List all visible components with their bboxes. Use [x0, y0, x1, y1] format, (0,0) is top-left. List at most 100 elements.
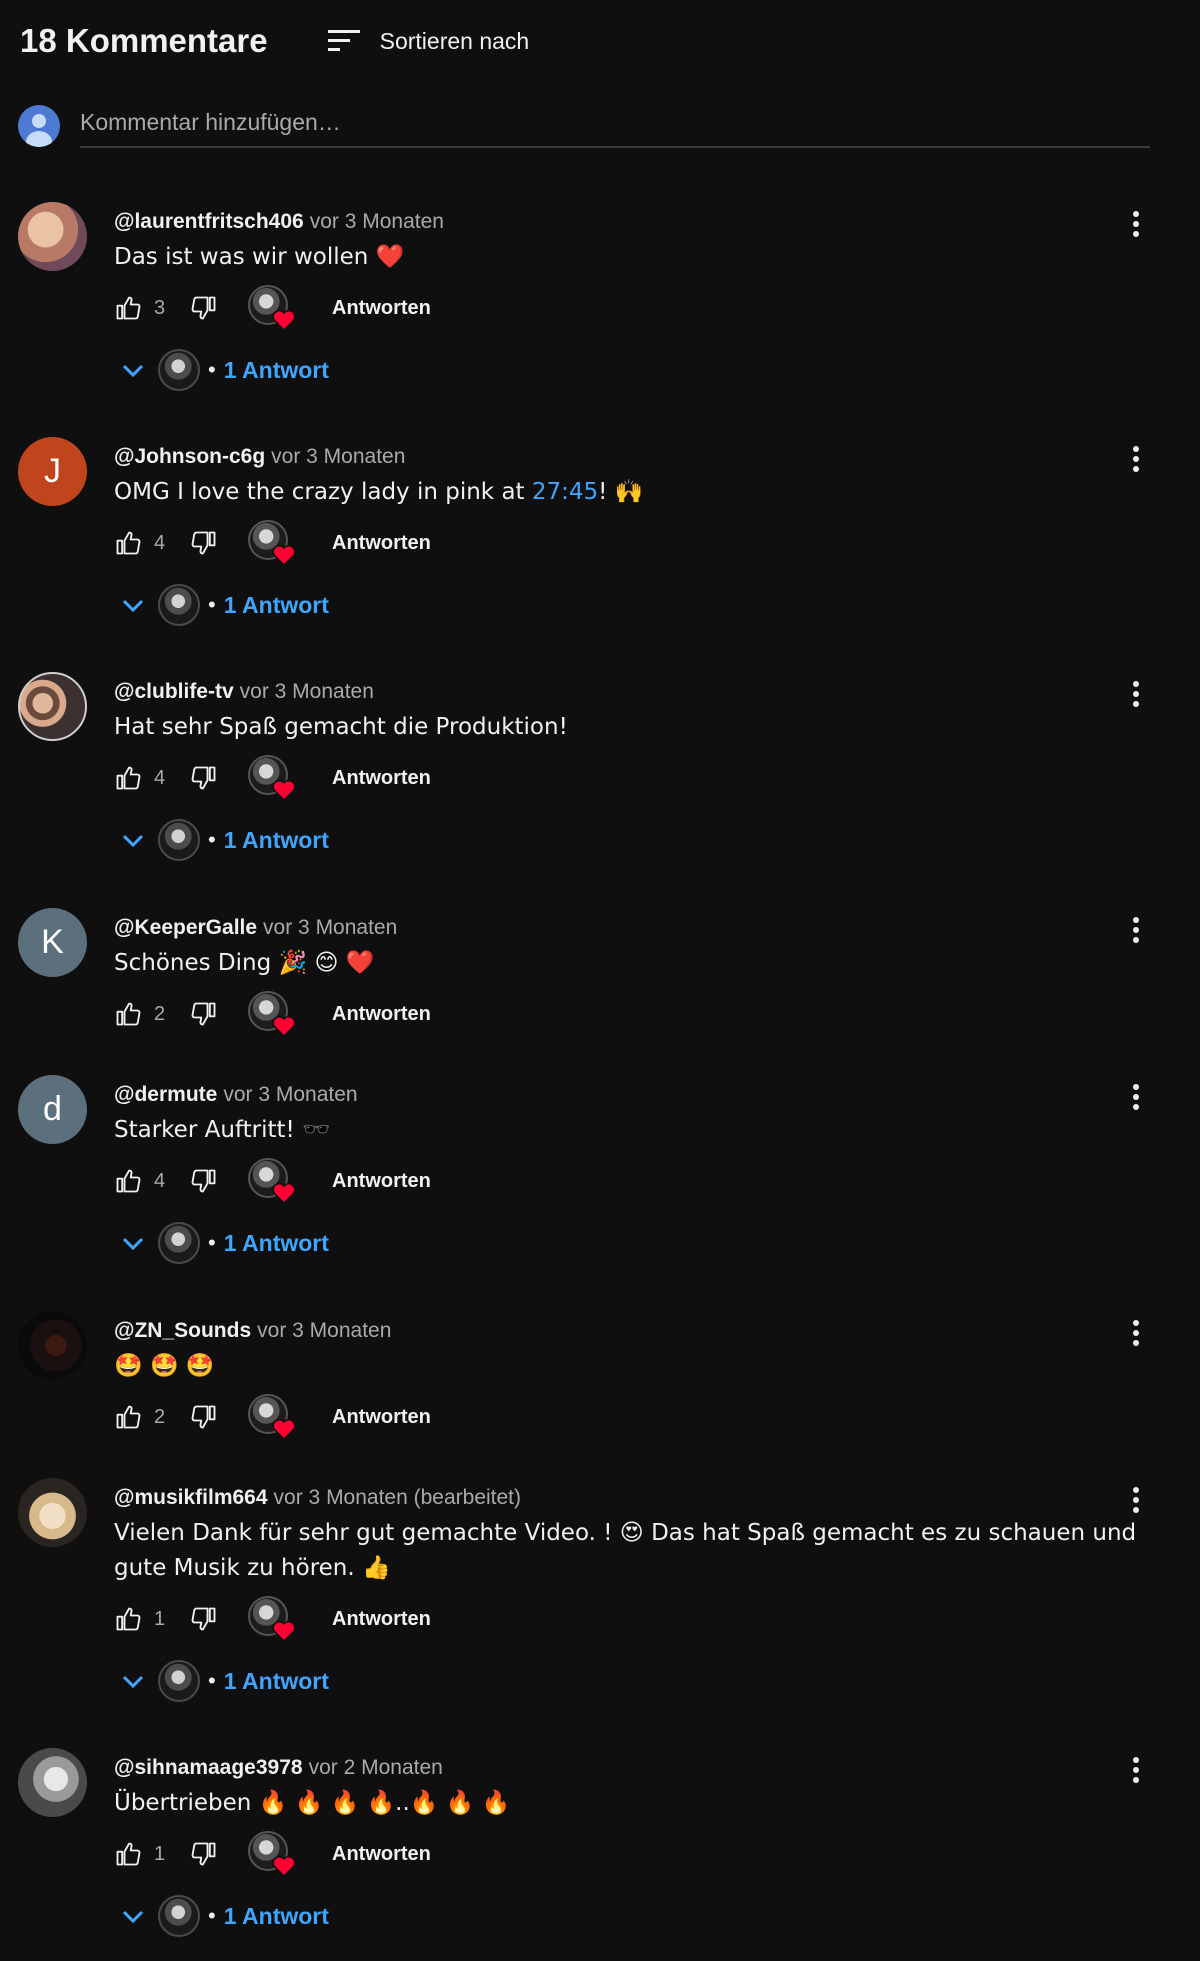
chevron-down-icon — [122, 1237, 144, 1251]
add-comment-input[interactable]: Kommentar hinzufügen… — [80, 104, 1150, 148]
show-replies-button[interactable]: • 1 Antwort — [114, 1891, 1180, 1941]
reply-button[interactable]: Antworten — [332, 532, 431, 555]
avatar[interactable] — [18, 672, 87, 741]
chevron-down-icon — [122, 364, 144, 378]
creator-heart-icon — [248, 285, 296, 331]
comment-text: Starker Auftritt! 🕶️ — [114, 1117, 331, 1143]
comment-author[interactable]: @musikfilm664 — [114, 1486, 268, 1509]
dislike-icon[interactable] — [190, 1840, 218, 1868]
more-options-icon[interactable] — [1124, 1081, 1148, 1115]
more-options-icon[interactable] — [1124, 914, 1148, 948]
dislike-icon[interactable] — [190, 1403, 218, 1431]
creator-heart-icon — [248, 520, 296, 566]
comment-time[interactable]: vor 3 Monaten — [263, 916, 397, 939]
reply-button[interactable]: Antworten — [332, 1406, 431, 1429]
creator-avatar — [158, 349, 200, 391]
comment-text: Übertrieben 🔥 🔥 🔥 🔥..🔥 🔥 🔥 — [114, 1790, 511, 1816]
sort-label: Sortieren nach — [379, 27, 530, 54]
reply-button[interactable]: Antworten — [332, 767, 431, 790]
comment-time[interactable]: vor 3 Monaten — [310, 210, 444, 233]
dislike-icon[interactable] — [190, 1167, 218, 1195]
like-count: 4 — [154, 766, 166, 789]
avatar[interactable] — [18, 202, 87, 271]
more-options-icon[interactable] — [1124, 1484, 1148, 1518]
creator-heart-icon — [248, 1831, 296, 1877]
like-icon[interactable] — [114, 529, 142, 557]
reply-count: 1 Antwort — [223, 1229, 329, 1256]
comments-header: 18 Kommentare Sortieren nach — [20, 18, 529, 64]
avatar[interactable]: J — [18, 437, 87, 506]
comment-time[interactable]: vor 3 Monaten (bearbeitet) — [274, 1486, 521, 1509]
avatar[interactable] — [18, 1478, 87, 1547]
show-replies-button[interactable]: • 1 Antwort — [114, 580, 1180, 630]
comment-author[interactable]: @sihnamaage3978 — [114, 1756, 303, 1779]
reply-button[interactable]: Antworten — [332, 1843, 431, 1866]
more-options-icon[interactable] — [1124, 1754, 1148, 1788]
comment-author[interactable]: @ZN_Sounds — [114, 1319, 251, 1342]
creator-heart-icon — [248, 1158, 296, 1204]
add-comment-row: Kommentar hinzufügen… — [18, 104, 1150, 148]
like-count: 3 — [154, 296, 166, 319]
like-icon[interactable] — [114, 1403, 142, 1431]
show-replies-button[interactable]: • 1 Antwort — [114, 345, 1180, 395]
comment-time[interactable]: vor 3 Monaten — [271, 445, 405, 468]
creator-heart-icon — [248, 991, 296, 1037]
comment-time[interactable]: vor 3 Monaten — [223, 1083, 357, 1106]
creator-heart-icon — [248, 1596, 296, 1642]
comment-author[interactable]: @Johnson-c6g — [114, 445, 265, 468]
creator-avatar — [158, 1660, 200, 1702]
creator-heart-icon — [248, 1394, 296, 1440]
chevron-down-icon — [122, 834, 144, 848]
dislike-icon[interactable] — [190, 1605, 218, 1633]
comment-time[interactable]: vor 2 Monaten — [309, 1756, 443, 1779]
reply-count: 1 Antwort — [223, 356, 329, 383]
reply-button[interactable]: Antworten — [332, 1170, 431, 1193]
like-icon[interactable] — [114, 1840, 142, 1868]
reply-button[interactable]: Antworten — [332, 1608, 431, 1631]
comment-text: Hat sehr Spaß gemacht die Produktion! — [114, 714, 568, 740]
like-count: 4 — [154, 1169, 166, 1192]
comment-author[interactable]: @clublife-tv — [114, 680, 234, 703]
comment-text: OMG I love the crazy lady in pink at 27:… — [114, 475, 1180, 510]
show-replies-button[interactable]: • 1 Antwort — [114, 1218, 1180, 1268]
like-icon[interactable] — [114, 294, 142, 322]
dislike-icon[interactable] — [190, 764, 218, 792]
comment-author[interactable]: @laurentfritsch406 — [114, 210, 304, 233]
comment-text: Vielen Dank für sehr gut gemachte Video.… — [114, 1520, 1137, 1581]
reply-count: 1 Antwort — [223, 826, 329, 853]
comment-author[interactable]: @dermute — [114, 1083, 217, 1106]
comment-time[interactable]: vor 3 Monaten — [257, 1319, 391, 1342]
avatar[interactable]: K — [18, 908, 87, 977]
chevron-down-icon — [122, 599, 144, 613]
more-options-icon[interactable] — [1124, 208, 1148, 242]
like-count: 4 — [154, 531, 166, 554]
like-icon[interactable] — [114, 764, 142, 792]
show-replies-button[interactable]: • 1 Antwort — [114, 815, 1180, 865]
comment-author[interactable]: @KeeperGalle — [114, 916, 257, 939]
sort-button[interactable]: Sortieren nach — [326, 26, 530, 56]
timestamp-link[interactable]: 27:45 — [532, 479, 598, 505]
dislike-icon[interactable] — [190, 529, 218, 557]
reply-button[interactable]: Antworten — [332, 1003, 431, 1026]
more-options-icon[interactable] — [1124, 678, 1148, 712]
avatar[interactable] — [18, 1748, 87, 1817]
creator-heart-icon — [248, 755, 296, 801]
comment-text: Schönes Ding 🎉 😊 ❤️ — [114, 950, 375, 976]
comment-time[interactable]: vor 3 Monaten — [240, 680, 374, 703]
like-icon[interactable] — [114, 1605, 142, 1633]
comment-text: Das ist was wir wollen ❤️ — [114, 244, 405, 270]
like-icon[interactable] — [114, 1000, 142, 1028]
show-replies-button[interactable]: • 1 Antwort — [114, 1656, 1180, 1706]
dislike-icon[interactable] — [190, 1000, 218, 1028]
avatar[interactable] — [18, 1311, 87, 1380]
reply-button[interactable]: Antworten — [332, 297, 431, 320]
like-count: 2 — [154, 1002, 166, 1025]
avatar-letter: K — [41, 923, 64, 961]
like-icon[interactable] — [114, 1167, 142, 1195]
user-avatar-icon — [18, 105, 60, 147]
dislike-icon[interactable] — [190, 294, 218, 322]
more-options-icon[interactable] — [1124, 1317, 1148, 1351]
more-options-icon[interactable] — [1124, 443, 1148, 477]
chevron-down-icon — [122, 1910, 144, 1924]
avatar[interactable]: d — [18, 1075, 87, 1144]
